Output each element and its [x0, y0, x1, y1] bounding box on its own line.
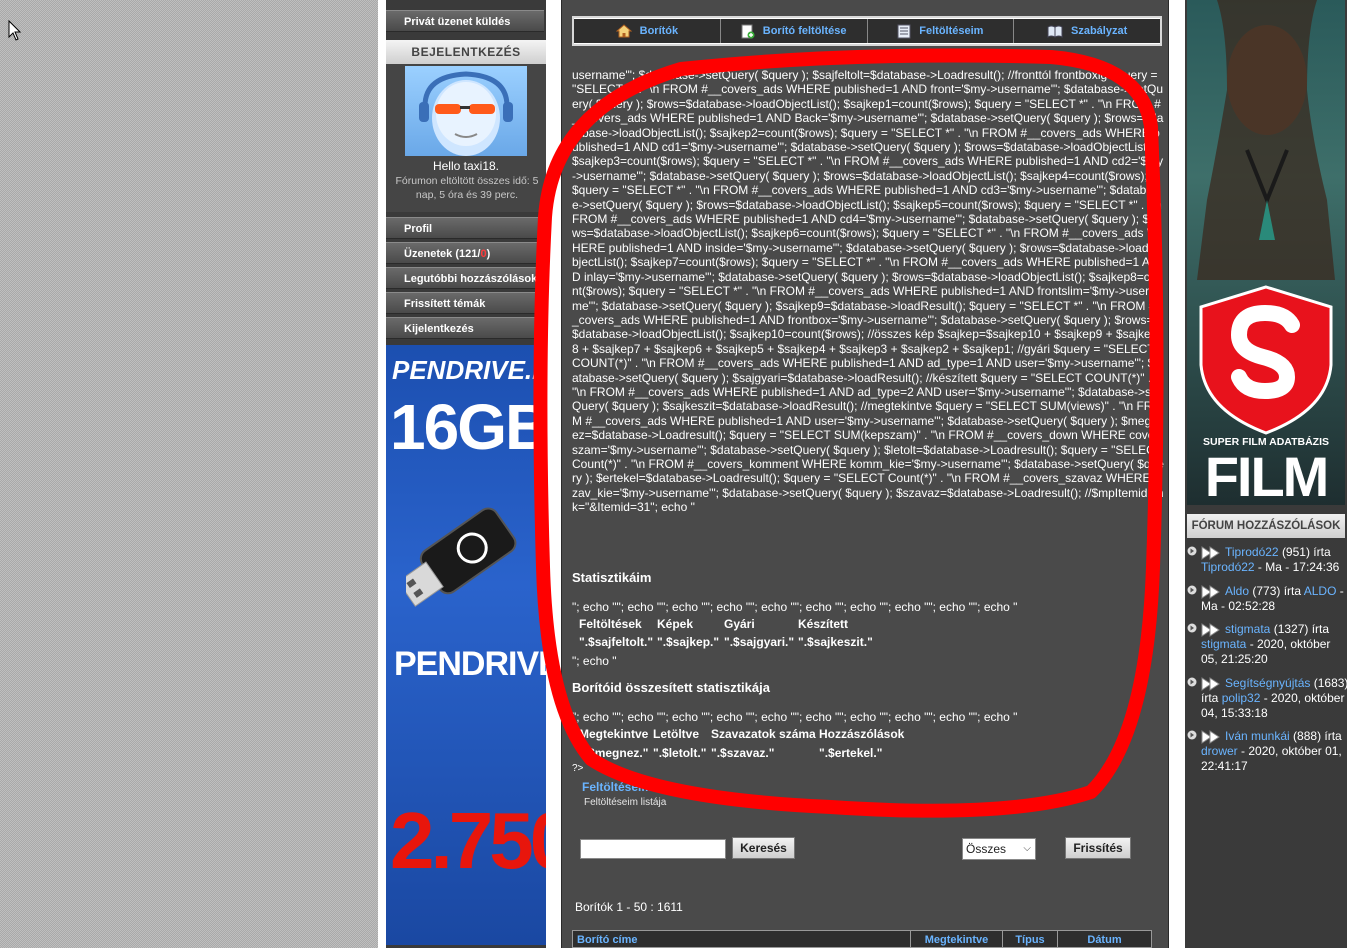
post-topic-link[interactable]: Tiprodó22 [1225, 545, 1279, 559]
forum-time-text: Fórumon eltöltött összes idő: 5 nap, 5 ó… [395, 175, 539, 201]
chevron-down-icon: ⌵ [1023, 843, 1031, 854]
column-header-date[interactable]: Dátum [1058, 931, 1151, 947]
list-item: Tiprodó22 (951) írta Tiprodó22 - Ma - 17… [1187, 545, 1349, 575]
post-arrow-icon [1201, 622, 1220, 637]
tab-my-uploads[interactable]: Feltöltéseim [867, 19, 1015, 43]
post-arrow-icon [1201, 545, 1220, 560]
avatar [405, 66, 527, 156]
upload-icon [741, 24, 755, 38]
post-count: (888) írta [1293, 729, 1342, 743]
type-filter-select[interactable]: Összes ⌵ [962, 838, 1036, 860]
post-author-link[interactable]: drower [1201, 744, 1238, 758]
tab-label: Szabályzat [1071, 25, 1128, 37]
search-button[interactable]: Keresés [732, 837, 795, 859]
pendrive-ad-banner[interactable]: PENDRIVE.HU 16GB PENDRIVE 2.750FT [386, 345, 546, 945]
table-header: Borító címe Megtekintve Típus Dátum [572, 930, 1152, 948]
desktop-background [0, 0, 378, 948]
arrow-bullet-icon [1187, 623, 1197, 633]
sidebar-item-logout[interactable]: Kijelentkezés [386, 317, 544, 339]
tab-label: Feltöltéseim [919, 25, 984, 37]
result-count: Borítók 1 - 50 : 1611 [575, 900, 683, 914]
post-author-link[interactable]: polip32 [1222, 691, 1261, 705]
sidebar-item-recent-posts[interactable]: Legutóbbi hozzászólások [386, 267, 544, 289]
post-author-link[interactable]: Tiprodó22 [1201, 560, 1255, 574]
sidebar-item-profile[interactable]: Profil [386, 217, 544, 239]
column-header-type[interactable]: Típus [1003, 931, 1058, 947]
document-icon [897, 24, 911, 38]
poster-figure-image [1197, 0, 1335, 280]
post-author-link[interactable]: ALDO [1304, 584, 1337, 598]
red-highlight-annotation [533, 48, 1164, 818]
search-input[interactable] [580, 839, 726, 859]
tab-bar: Borítók Borító feltöltése Feltöltéseim S… [572, 16, 1162, 46]
tab-upload-cover[interactable]: Borító feltöltése [720, 19, 868, 43]
list-item: Segítségnyújtás (1683) írta polip32 - 20… [1187, 676, 1349, 721]
banner-site: PENDRIVE.HU [392, 355, 546, 385]
arrow-bullet-icon [1187, 677, 1197, 687]
messages-label: Üzenetek (121/ [404, 248, 481, 260]
post-topic-link[interactable]: Aldo [1225, 584, 1249, 598]
post-date: - Ma - 17:24:36 [1254, 560, 1340, 574]
refresh-button[interactable]: Frissítés [1065, 837, 1131, 859]
post-topic-link[interactable]: stigmata [1225, 622, 1270, 636]
post-topic-link[interactable]: Segítségnyújtás [1225, 676, 1310, 690]
private-message-button[interactable]: Privát üzenet küldés [386, 10, 544, 32]
post-arrow-icon [1201, 729, 1220, 744]
arrow-bullet-icon [1187, 730, 1197, 740]
tab-label: Borító feltöltése [762, 25, 847, 37]
forum-posts-header: FÓRUM HOZZÁSZÓLÁSOK [1187, 514, 1345, 538]
tab-label: Borítók [639, 25, 679, 37]
login-box: Hello taxi18. Fórumon eltöltött összes i… [386, 64, 546, 212]
column-header-views[interactable]: Megtekintve [911, 931, 1003, 947]
s-shield-logo [1199, 285, 1333, 435]
banner-product: PENDRIVE [394, 645, 546, 683]
avatar-image [419, 71, 513, 156]
list-item: Aldo (773) írta ALDO - Ma - 02:52:28 [1187, 584, 1349, 614]
home-icon [615, 24, 632, 38]
list-item: Iván munkái (888) írta drower - 2020, ok… [1187, 729, 1349, 774]
select-value: Összes [966, 842, 1007, 856]
messages-label-tail: ) [486, 248, 491, 260]
right-sidebar: SUPER FILM ADATBÁZIS FILM FÓRUM HOZZÁSZÓ… [1185, 0, 1349, 948]
hello-text: Hello taxi18. [432, 159, 500, 173]
post-count: (951) írta [1281, 545, 1331, 559]
arrow-bullet-icon [1187, 546, 1197, 556]
banner-price: 2.750FT [390, 796, 546, 885]
post-count: (1327) írta [1273, 622, 1330, 636]
mouse-cursor-icon [8, 20, 22, 41]
column-header-title[interactable]: Borító címe [573, 931, 911, 947]
tab-covers[interactable]: Borítók [574, 19, 721, 43]
post-topic-link[interactable]: Iván munkái [1225, 729, 1290, 743]
post-arrow-icon [1201, 584, 1220, 599]
list-item: stigmata (1327) írta stigmata - 2020, ok… [1187, 622, 1349, 667]
super-film-ad-banner[interactable]: SUPER FILM ADATBÁZIS FILM [1187, 0, 1345, 505]
tab-rules[interactable]: Szabályzat [1014, 19, 1160, 43]
post-count: (773) írta [1252, 584, 1302, 598]
left-sidebar: Privát üzenet küldés BEJELENTKEZÉS Hello… [386, 0, 546, 948]
sidebar-item-updated-topics[interactable]: Frissített témák [386, 292, 544, 314]
post-arrow-icon [1201, 676, 1220, 691]
post-author-link[interactable]: stigmata [1201, 637, 1246, 651]
book-icon [1047, 25, 1063, 38]
arrow-bullet-icon [1187, 585, 1197, 595]
banner-capacity: 16GB [390, 391, 546, 463]
login-header: BEJELENTKEZÉS [386, 40, 546, 64]
film-word: FILM [1204, 445, 1330, 505]
usb-drive-icon [406, 507, 517, 607]
sidebar-item-messages[interactable]: Üzenetek (121/0) [386, 242, 544, 264]
